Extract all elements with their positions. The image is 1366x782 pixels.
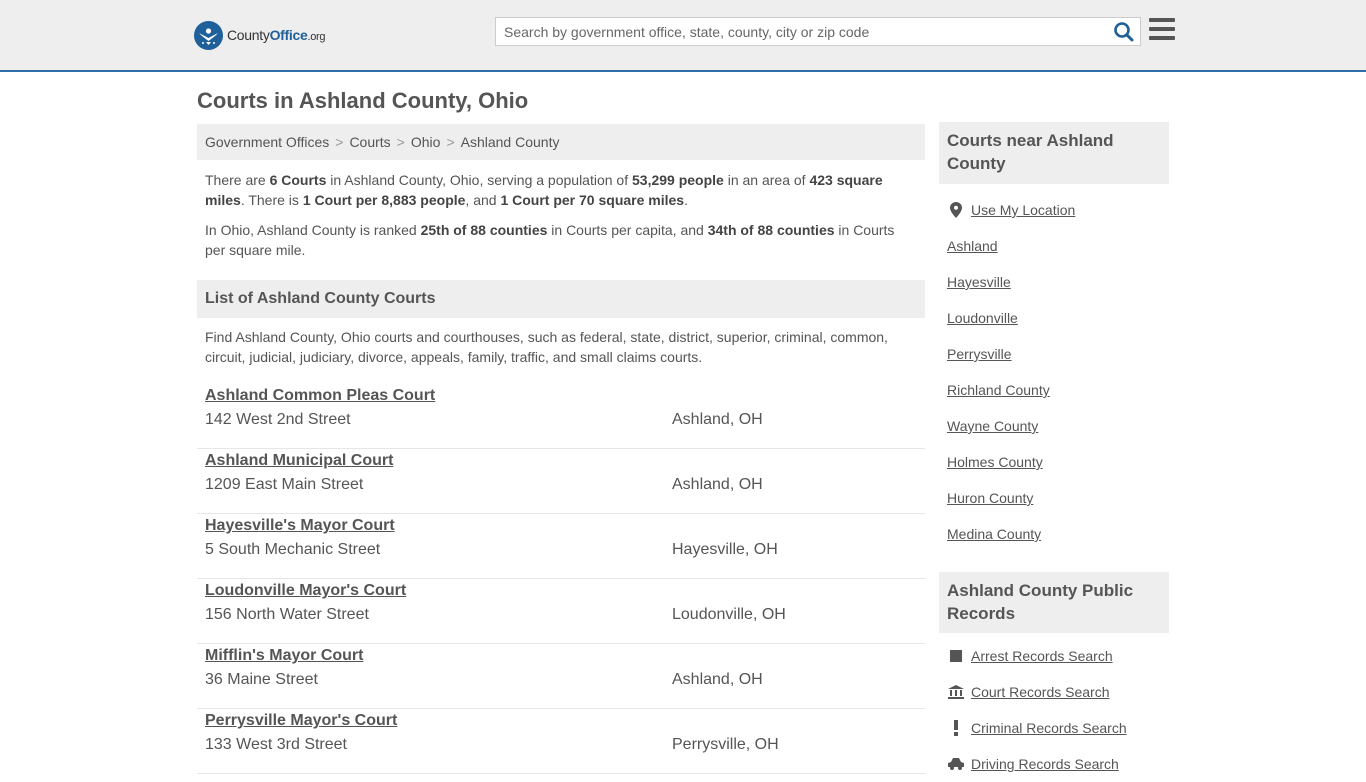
driving-records-link[interactable]: Driving Records Search bbox=[971, 756, 1119, 772]
breadcrumb-ohio[interactable]: Ohio bbox=[411, 134, 441, 150]
sidebar-records-heading: Ashland County Public Records bbox=[939, 572, 1169, 633]
court-name-link[interactable]: Ashland Common Pleas Court bbox=[205, 387, 435, 405]
court-name-link[interactable]: Mifflin's Mayor Court bbox=[205, 647, 363, 665]
search-box bbox=[495, 17, 1141, 46]
nearby-link[interactable]: Richland County bbox=[947, 382, 1050, 398]
court-city: Loudonville, OH bbox=[672, 606, 786, 623]
hamburger-icon-bar bbox=[1149, 36, 1175, 40]
square-icon bbox=[947, 648, 965, 664]
list-item: Perrysville bbox=[947, 336, 1169, 372]
sidebar-nearby: Courts near Ashland County Use My Locati… bbox=[939, 122, 1169, 552]
page-title: Courts in Ashland County, Ohio bbox=[197, 88, 529, 113]
site-header: CountyOffice.org bbox=[0, 0, 1366, 72]
exclamation-icon bbox=[947, 720, 965, 736]
list-item: Richland County bbox=[947, 372, 1169, 408]
court-city: Perrysville, OH bbox=[672, 736, 779, 753]
list-item: Arrest Records Search bbox=[947, 638, 1169, 674]
nearby-link[interactable]: Loudonville bbox=[947, 310, 1018, 326]
breadcrumb-separator: > bbox=[446, 134, 455, 150]
court-city: Ashland, OH bbox=[672, 671, 763, 688]
summary-paragraph-stats: There are 6 Courts in Ashland County, Oh… bbox=[205, 172, 883, 208]
list-item: Holmes County bbox=[947, 444, 1169, 480]
nearby-link[interactable]: Huron County bbox=[947, 490, 1033, 506]
court-name-link[interactable]: Hayesville's Mayor Court bbox=[205, 517, 395, 535]
list-item: Perrysville Mayor's Court 133 West 3rd S… bbox=[197, 709, 925, 774]
county-summary: There are 6 Courts in Ashland County, Oh… bbox=[205, 170, 917, 270]
list-item: Loudonville bbox=[947, 300, 1169, 336]
court-list-description: Find Ashland County, Ohio courts and cou… bbox=[205, 329, 888, 365]
court-records-link[interactable]: Court Records Search bbox=[971, 684, 1110, 700]
breadcrumb-separator: > bbox=[396, 134, 405, 150]
court-address: 156 North Water Street bbox=[205, 606, 369, 623]
nearby-link[interactable]: Medina County bbox=[947, 526, 1041, 542]
list-item: Huron County bbox=[947, 480, 1169, 516]
sidebar-public-records: Ashland County Public Records Arrest Rec… bbox=[939, 572, 1169, 782]
hamburger-icon-bar bbox=[1149, 18, 1175, 22]
list-item: Ashland Common Pleas Court 142 West 2nd … bbox=[197, 384, 925, 449]
list-item: Hayesville's Mayor Court 5 South Mechani… bbox=[197, 514, 925, 579]
court-address: 5 South Mechanic Street bbox=[205, 541, 381, 558]
list-item: Use My Location bbox=[947, 192, 1169, 228]
court-name-link[interactable]: Loudonville Mayor's Court bbox=[205, 582, 406, 600]
court-list-heading: List of Ashland County Courts bbox=[197, 280, 925, 318]
court-name-link[interactable]: Ashland Municipal Court bbox=[205, 452, 393, 470]
court-city: Ashland, OH bbox=[672, 411, 763, 428]
breadcrumb-courts[interactable]: Courts bbox=[349, 134, 390, 150]
use-my-location-link[interactable]: Use My Location bbox=[971, 202, 1075, 218]
court-list: Ashland Common Pleas Court 142 West 2nd … bbox=[197, 384, 925, 774]
search-input[interactable] bbox=[496, 18, 1106, 45]
court-address: 36 Maine Street bbox=[205, 671, 318, 688]
logo-wordmark: CountyOffice.org bbox=[227, 27, 326, 43]
records-list: Arrest Records Search Court Records Sear… bbox=[939, 638, 1169, 782]
hamburger-icon-bar bbox=[1149, 27, 1175, 31]
list-item: Loudonville Mayor's Court 156 North Wate… bbox=[197, 579, 925, 644]
criminal-records-link[interactable]: Criminal Records Search bbox=[971, 720, 1127, 736]
list-item: Court Records Search bbox=[947, 674, 1169, 710]
sidebar-nearby-heading: Courts near Ashland County bbox=[939, 122, 1169, 184]
court-address: 142 West 2nd Street bbox=[205, 411, 351, 428]
map-pin-icon bbox=[947, 202, 965, 218]
list-item: Criminal Records Search bbox=[947, 710, 1169, 746]
list-item: Medina County bbox=[947, 516, 1169, 552]
search-button[interactable] bbox=[1112, 21, 1136, 43]
nearby-link[interactable]: Perrysville bbox=[947, 346, 1012, 362]
site-logo[interactable]: CountyOffice.org bbox=[194, 20, 326, 50]
nearby-link[interactable]: Hayesville bbox=[947, 274, 1011, 290]
arrest-records-link[interactable]: Arrest Records Search bbox=[971, 648, 1113, 664]
nearby-link[interactable]: Wayne County bbox=[947, 418, 1038, 434]
list-item: Ashland bbox=[947, 228, 1169, 264]
list-item: Mifflin's Mayor Court 36 Maine Street As… bbox=[197, 644, 925, 709]
menu-button[interactable] bbox=[1149, 18, 1175, 42]
breadcrumb-current: Ashland County bbox=[460, 134, 560, 150]
court-address: 133 West 3rd Street bbox=[205, 736, 347, 753]
list-item: Driving Records Search bbox=[947, 746, 1169, 782]
breadcrumb: Government Offices > Courts > Ohio > Ashland C… bbox=[197, 124, 925, 160]
court-city: Hayesville, OH bbox=[672, 541, 778, 558]
breadcrumb-government-offices[interactable]: Government Offices bbox=[205, 134, 329, 150]
list-item: Hayesville bbox=[947, 264, 1169, 300]
list-item: Wayne County bbox=[947, 408, 1169, 444]
court-address: 1209 East Main Street bbox=[205, 476, 364, 493]
car-icon bbox=[947, 756, 965, 772]
seal-icon bbox=[194, 20, 223, 50]
courthouse-icon bbox=[947, 684, 965, 700]
breadcrumb-separator: > bbox=[335, 134, 344, 150]
nearby-link[interactable]: Ashland bbox=[947, 238, 998, 254]
summary-paragraph-ranking: In Ohio, Ashland County is ranked 25th o… bbox=[205, 222, 895, 258]
list-item: Ashland Municipal Court 1209 East Main S… bbox=[197, 449, 925, 514]
nearby-link[interactable]: Holmes County bbox=[947, 454, 1043, 470]
search-icon bbox=[1114, 22, 1134, 42]
nearby-list: Use My Location Ashland Hayesville Loudo… bbox=[939, 192, 1169, 552]
court-city: Ashland, OH bbox=[672, 476, 763, 493]
court-name-link[interactable]: Perrysville Mayor's Court bbox=[205, 712, 397, 730]
